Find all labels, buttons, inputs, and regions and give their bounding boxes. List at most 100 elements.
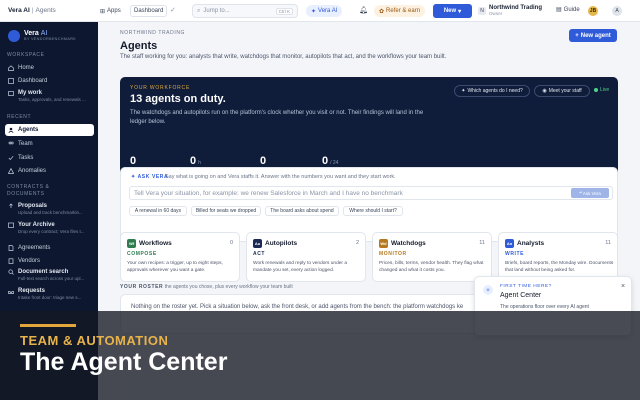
sidebar-item-proposals[interactable]: Proposals Upload and track benchmarkin..… <box>5 203 94 216</box>
refer-button[interactable]: ✿ Refer & earn <box>374 5 426 17</box>
stat-value: 0 <box>260 155 267 167</box>
popup-title: Agent Center <box>500 292 542 299</box>
new-button[interactable]: New ▾ <box>433 4 472 18</box>
search-placeholder: Jump to... <box>203 8 230 14</box>
inbox-icon <box>8 291 14 294</box>
sidebar-item-requests[interactable]: Requests Intake front door: triage new s… <box>5 288 94 301</box>
card-count: 11 <box>605 240 611 246</box>
overlay-accent-bar <box>20 324 76 327</box>
brand-link[interactable]: Vera AI <box>8 7 30 14</box>
vera-ai-label: Vera AI <box>318 8 338 14</box>
section-contracts: CONTRACTS & <box>7 184 50 190</box>
card-count: 11 <box>479 240 485 246</box>
stat-value: 0 <box>322 155 329 167</box>
watchdogs-icon: Wd <box>379 239 388 248</box>
sidebar-brand[interactable]: Vera AI BY VENDORBENCHMARK <box>8 28 90 44</box>
card-description: Work renewals and reply to vendors under… <box>253 261 348 273</box>
roster-label: YOUR ROSTER <box>120 284 164 290</box>
avatar[interactable]: JB <box>588 6 598 16</box>
workforce-panel: YOUR WORKFORCE 13 agents on duty. The wa… <box>120 77 618 181</box>
card-subtitle: ACT <box>253 251 266 257</box>
workflows-icon: Wf <box>127 239 136 248</box>
stat-suffix: / 24 <box>330 160 339 166</box>
sidebar-item-label: Dashboard <box>18 78 48 84</box>
ask-vera-button[interactable]: ↵ Ask Vera <box>571 188 609 198</box>
vera-ai-button[interactable]: ✦ Vera AI <box>306 5 343 17</box>
warning-icon <box>8 168 14 174</box>
ask-vera-input[interactable]: Tell Vera your situation, for example: w… <box>129 186 613 200</box>
guide-button[interactable]: ▤ Guide <box>556 6 580 14</box>
people-icon: ◉ <box>542 88 547 94</box>
dashboard-button[interactable]: Dashboard <box>130 5 168 17</box>
sidebar-item-label: Agents <box>18 127 39 133</box>
agent-card-autopilots[interactable]: Au Autopilots 2 ACT Work renewals and re… <box>246 232 366 282</box>
new-agent-button[interactable]: + New agent <box>569 29 617 42</box>
section-recent: RECENT <box>7 114 32 120</box>
live-indicator: Live <box>594 87 609 93</box>
meet-staff-button[interactable]: ◉ Meet your staff <box>534 85 590 97</box>
sidebar-item-vendors[interactable]: Vendors <box>5 255 94 267</box>
sidebar-item-label: Document search <box>18 269 69 275</box>
sidebar-item-home[interactable]: Home <box>5 62 94 74</box>
org-switcher[interactable]: N Northwind Trading Owner <box>478 3 548 19</box>
card-title: Autopilots <box>265 240 298 247</box>
breadcrumb-separator: | <box>31 7 34 14</box>
sidebar-item-agreements[interactable]: Agreements <box>5 242 94 254</box>
logo-icon <box>8 30 20 42</box>
sidebar-item-dashboard[interactable]: Dashboard <box>5 75 94 87</box>
sidebar-item-label: Your Archive <box>18 222 55 228</box>
sidebar-item-label: Anomalies <box>18 168 47 174</box>
prompt-chip[interactable]: Billed for seats we dropped <box>191 206 261 216</box>
product-suffix: AI <box>40 30 48 37</box>
plus-icon: + <box>575 32 579 39</box>
sparkle-icon: ✦ <box>311 8 317 15</box>
card-subtitle: MONITOR <box>379 251 407 257</box>
check-icon[interactable]: ✓ <box>170 6 176 14</box>
agent-card-workflows[interactable]: Wf Workflows 0 COMPOSE Your own recipes:… <box>120 232 240 282</box>
avatar-account[interactable]: A <box>612 6 622 16</box>
which-agents-button[interactable]: ✦ Which agents do I need? <box>454 85 530 97</box>
prompt-chip[interactable]: Where should I start? <box>343 206 403 216</box>
breadcrumb: Vera AI | Agents <box>8 7 56 14</box>
prompt-chip[interactable]: A renewal in 60 days <box>129 206 187 216</box>
compass-icon: ✧ <box>483 285 493 295</box>
new-label: New <box>443 8 457 14</box>
close-icon[interactable]: × <box>621 283 625 290</box>
sparkle-icon: ✦ <box>461 88 466 94</box>
sidebar-item-sub: Intake front door: triage new s... <box>18 295 82 300</box>
org-badge: N <box>478 7 486 15</box>
sidebar-item-anomalies[interactable]: Anomalies <box>5 165 94 177</box>
document-icon <box>8 245 14 251</box>
upload-icon <box>9 203 13 208</box>
apps-button[interactable]: ⊞ Apps <box>100 5 121 17</box>
card-description: Prices, bills, terms, vendor health. The… <box>379 261 484 273</box>
prompt-chip[interactable]: The board asks about spend <box>265 206 339 216</box>
apps-label: Apps <box>107 8 121 14</box>
sidebar-item-tasks[interactable]: Tasks <box>5 152 94 164</box>
sidebar-item-my-work[interactable]: My work Tasks, approvals, and renewals .… <box>5 90 94 103</box>
live-dot-icon <box>594 88 598 92</box>
archive-icon <box>8 222 14 228</box>
ask-vera-description: Say what is going on and Vera staffs it.… <box>165 174 396 180</box>
sidebar-item-archive[interactable]: Your Archive Drop every contract; Vera f… <box>5 222 94 235</box>
dashboard-icon <box>8 78 14 84</box>
sidebar-item-team[interactable]: Team <box>5 138 94 150</box>
workforce-eyebrow: YOUR WORKFORCE <box>130 85 191 91</box>
which-agents-label: Which agents do I need? <box>467 88 523 94</box>
stat-value: 0 <box>190 155 197 167</box>
sidebar-item-agents[interactable]: Agents <box>5 124 94 136</box>
sidebar-item-document-search[interactable]: Document search Full-text search across … <box>5 269 94 282</box>
card-subtitle: COMPOSE <box>127 251 157 257</box>
agent-card-watchdogs[interactable]: Wd Watchdogs 11 MONITOR Prices, bills, t… <box>372 232 492 282</box>
ask-vera-button-label: Ask Vera <box>582 190 601 196</box>
overlay-title: The Agent Center <box>20 348 228 376</box>
stat-suffix: h <box>198 160 201 166</box>
bell-icon[interactable]: 🔔︎ <box>359 6 368 14</box>
search-input[interactable]: ⌕ Jump to... Ctrl K <box>192 4 298 18</box>
agent-card-analysts[interactable]: An Analysts 11 WRITE Briefs, board repor… <box>498 232 618 282</box>
overlay-category: TEAM & AUTOMATION <box>20 333 169 348</box>
roster-empty-text: Nothing on the roster yet. Pick a situat… <box>131 304 464 310</box>
gift-icon: ✿ <box>379 8 385 15</box>
breadcrumb-current: Agents <box>35 7 56 14</box>
popup-description: The operations floor over every AI agent <box>500 304 589 310</box>
